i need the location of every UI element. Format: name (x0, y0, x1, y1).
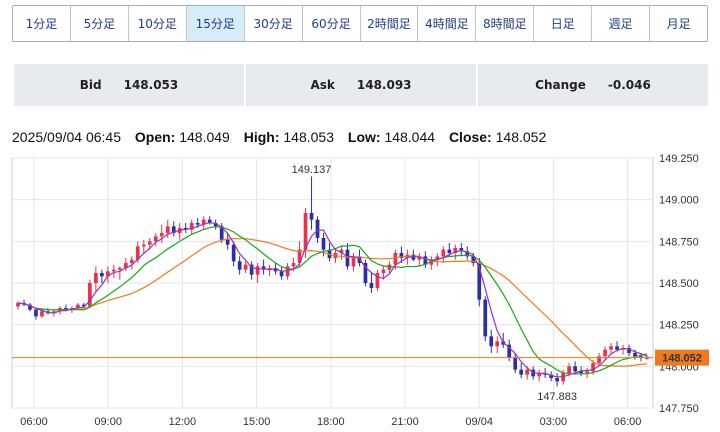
candle-body (117, 268, 122, 270)
candle-body (94, 273, 98, 283)
close-value: 148.052 (495, 129, 547, 145)
candle-body (34, 309, 38, 317)
ask-label: Ask (310, 78, 335, 92)
candle-body (231, 244, 236, 262)
candle-body (381, 269, 386, 273)
candle-body (243, 264, 248, 270)
ask-cell: Ask 148.093 (246, 64, 476, 106)
tab-timeframe[interactable]: 1分足 (13, 6, 71, 41)
candle-body (495, 341, 500, 347)
x-tick-label: 15:00 (243, 416, 271, 428)
change-label: Change (535, 78, 586, 92)
candle-body (369, 283, 374, 288)
candle-body (615, 346, 619, 350)
y-tick-label: 149.000 (659, 195, 699, 207)
candle-body (291, 263, 296, 267)
close-label: Close: (448, 129, 492, 145)
candle-body (40, 311, 44, 317)
candle-body (483, 299, 488, 337)
candle-body (519, 369, 524, 375)
candle-body (225, 239, 230, 245)
low-marker-label: 147.883 (537, 391, 577, 403)
tab-timeframe[interactable]: 4時間足 (418, 6, 477, 41)
x-tick-label: 06:00 (20, 416, 48, 428)
y-tick-label: 149.250 (659, 153, 699, 165)
candle-body (159, 233, 164, 237)
x-tick-label: 21:00 (391, 416, 419, 428)
candle-body (447, 249, 452, 253)
x-tick-label: 12:00 (169, 416, 197, 428)
candle-body (195, 223, 200, 225)
tab-timeframe[interactable]: 月足 (650, 6, 708, 41)
timeframe-tabs: 1分足 5分足 10分足 15分足 30分足 60分足 2時間足 4時間足 8時間足 日足 週足 月足 (12, 5, 708, 42)
candle-body (141, 244, 146, 247)
candle-body (393, 253, 398, 265)
candle-body (147, 241, 152, 245)
tab-timeframe[interactable]: 60分足 (302, 6, 361, 41)
candle-body (153, 236, 158, 242)
high-value: 148.053 (283, 129, 334, 145)
candle-body (279, 271, 284, 277)
bid-label: Bid (79, 78, 102, 92)
tab-timeframe[interactable]: 15分足 (186, 6, 245, 41)
high-marker-label: 149.137 (292, 164, 332, 176)
tab-timeframe[interactable]: 週足 (592, 6, 651, 41)
bid-value: 148.053 (123, 78, 179, 92)
y-tick-label: 148.500 (659, 278, 699, 290)
price-chart[interactable]: 147.750148.000148.250148.500148.750149.0… (0, 148, 720, 432)
tab-timeframe[interactable]: 30分足 (244, 6, 303, 41)
candle-body (609, 346, 613, 350)
candle-body (603, 349, 607, 357)
candle-body (585, 371, 589, 373)
ask-value: 148.093 (356, 78, 412, 92)
open-label: Open: (134, 129, 176, 145)
candle-body (111, 269, 116, 272)
candle-body (165, 226, 170, 233)
ohlc-readout: 2025/09/04 06:45 Open: 148.049 High: 148… (12, 129, 546, 145)
open-value: 148.049 (179, 129, 230, 145)
quote-bar: Bid 148.053 Ask 148.093 Change -0.046 (14, 64, 708, 106)
current-price-label: 148.052 (662, 353, 702, 365)
low-label: Low: (347, 129, 381, 145)
y-tick-label: 147.750 (659, 403, 699, 415)
x-tick-label: 09/04 (465, 416, 493, 428)
tab-timeframe[interactable]: 8時間足 (476, 6, 535, 41)
x-tick-label: 03:00 (540, 416, 568, 428)
x-tick-label: 18:00 (317, 416, 345, 428)
candle-body (573, 366, 577, 372)
candle-body (525, 369, 530, 375)
tab-timeframe[interactable]: 10分足 (128, 6, 187, 41)
bid-cell: Bid 148.053 (14, 64, 244, 106)
high-label: High: (243, 129, 280, 145)
candle-body (567, 366, 571, 373)
change-value: -0.046 (607, 78, 651, 92)
candle-body (100, 273, 104, 277)
tab-timeframe[interactable]: 日足 (534, 6, 593, 41)
candle-body (237, 261, 242, 270)
change-cell: Change -0.046 (478, 64, 708, 106)
y-tick-label: 148.250 (659, 320, 699, 332)
candle-body (315, 219, 320, 238)
x-tick-label: 06:00 (614, 416, 642, 428)
candle-body (441, 249, 446, 257)
candle-body (513, 358, 518, 370)
candle-body (129, 259, 134, 263)
candle-body (255, 266, 260, 275)
low-value: 148.044 (384, 129, 436, 145)
candle-body (489, 336, 494, 347)
tab-timeframe[interactable]: 2時間足 (360, 6, 419, 41)
x-tick-label: 09:00 (94, 416, 122, 428)
y-tick-label: 148.750 (659, 236, 699, 248)
ohlc-datetime: 2025/09/04 06:45 (12, 129, 121, 145)
candle-body (321, 238, 326, 250)
candle-body (309, 213, 314, 220)
tab-timeframe[interactable]: 5分足 (70, 6, 129, 41)
candle-body (555, 378, 560, 382)
